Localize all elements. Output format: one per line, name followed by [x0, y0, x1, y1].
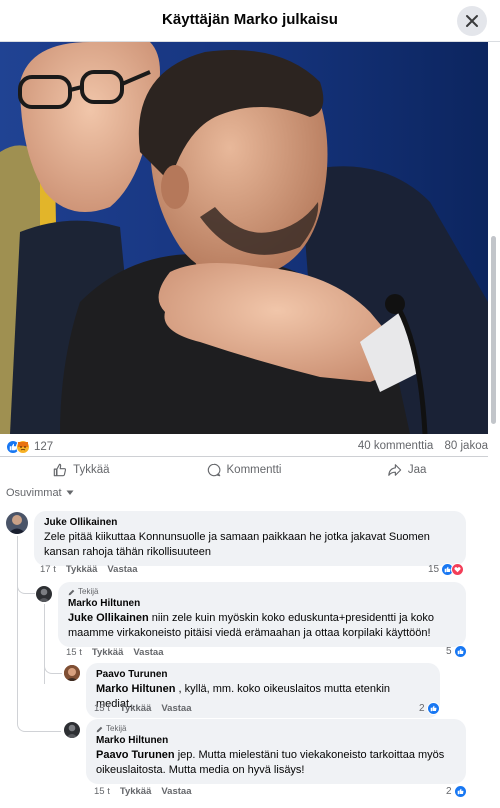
comment-text-line: maamme virkakoneisto pitäisi viedä eräma… — [68, 627, 431, 639]
avatar[interactable] — [6, 512, 28, 534]
comment-author[interactable]: Marko Hiltunen — [96, 734, 456, 748]
heart-icon — [451, 563, 465, 576]
author-badge-label: Tekijä — [78, 587, 99, 596]
comment-meta: 15 t Tykkää Vastaa — [66, 647, 164, 658]
comment-meta: 15 t Tykkää Vastaa — [94, 703, 192, 714]
comment-reactions[interactable]: 2 — [419, 702, 440, 715]
comment-button-label: Kommentti — [226, 463, 282, 476]
avatar[interactable] — [64, 722, 80, 738]
avatar[interactable] — [64, 665, 80, 681]
thumbs-up-icon — [453, 785, 467, 798]
comment-text-line: Zele pitää kiikuttaa Konnunsuolle ja sam… — [44, 531, 430, 543]
share-icon — [388, 463, 402, 476]
reaction-count: 127 — [34, 441, 54, 453]
pencil-icon — [68, 589, 75, 595]
thread-line — [17, 536, 18, 716]
mention-link[interactable]: Juke Ollikainen — [68, 612, 149, 624]
comment-reaction-count: 5 — [446, 646, 452, 657]
comment-like-link[interactable]: Tykkää — [120, 703, 152, 714]
dialog-title: Käyttäjän Marko julkaisu — [162, 11, 338, 28]
close-button[interactable] — [457, 6, 487, 36]
comment-author[interactable]: Marko Hiltunen — [68, 597, 456, 611]
shares-count[interactable]: 80 jakoa — [445, 440, 488, 452]
comment-bubble: Tekijä Marko Hiltunen Juke Ollikainen ni… — [58, 582, 466, 647]
comment-icon — [207, 463, 220, 476]
thread-line — [44, 604, 45, 684]
comment-author[interactable]: Juke Ollikainen — [44, 516, 456, 530]
comment-meta: 15 t Tykkää Vastaa — [94, 786, 192, 797]
comment-button[interactable]: Kommentti — [163, 457, 326, 482]
comment-text-line: Paavo Turunen jep. Mutta mielestäni tuo … — [96, 749, 445, 761]
post-dialog-header: Käyttäjän Marko julkaisu — [0, 0, 500, 42]
comment-meta: 17 t Tykkää Vastaa — [40, 564, 138, 575]
comment-like-link[interactable]: Tykkää — [66, 564, 98, 575]
comment-text-line: kansan rahoja tähän rikollisuuteen — [44, 546, 211, 558]
avatar[interactable] — [36, 586, 52, 602]
thumbs-up-icon — [453, 645, 467, 658]
comment-bubble: Juke Ollikainen Zele pitää kiikuttaa Kon… — [34, 511, 466, 566]
dialog-scrollbar[interactable] — [490, 44, 497, 808]
comment-reply-link[interactable]: Vastaa — [161, 703, 191, 714]
comment-reactions[interactable]: 5 — [446, 645, 467, 658]
comment-time[interactable]: 17 t — [40, 564, 56, 575]
comment-like-link[interactable]: Tykkää — [92, 647, 124, 658]
comment-sort-dropdown[interactable]: Osuvimmat — [6, 487, 74, 499]
close-icon — [466, 15, 478, 27]
comment-text-line: Juke Ollikainen niin zele kuin myöskin k… — [68, 612, 434, 624]
scrollbar-thumb[interactable] — [491, 236, 496, 424]
thumbs-up-icon — [426, 702, 440, 715]
comment-time[interactable]: 15 t — [66, 647, 82, 658]
post-stats: 127 40 kommenttia 80 jakoa — [0, 438, 488, 458]
share-button-label: Jaa — [407, 463, 427, 476]
comment-reaction-count: 2 — [419, 703, 425, 714]
sort-label: Osuvimmat — [6, 487, 62, 499]
author-badge: Tekijä — [68, 587, 456, 597]
comment-reaction-count: 2 — [446, 786, 452, 797]
pencil-icon — [96, 726, 103, 732]
comment-time[interactable]: 15 t — [94, 786, 110, 797]
mention-link[interactable]: Marko Hiltunen — [96, 683, 175, 695]
author-badge-label: Tekijä — [106, 724, 127, 733]
thread-connector — [17, 716, 61, 732]
comment-reply-link[interactable]: Vastaa — [107, 564, 137, 575]
mention-link[interactable]: Paavo Turunen — [96, 749, 175, 761]
author-badge: Tekijä — [96, 724, 456, 734]
comments-count[interactable]: 40 kommenttia — [358, 440, 433, 452]
comment-reactions[interactable]: 2 — [446, 785, 467, 798]
comment-reactions[interactable]: 15 — [428, 563, 465, 576]
thread-connector — [17, 578, 35, 594]
comment-bubble: Tekijä Marko Hiltunen Paavo Turunen jep.… — [86, 719, 466, 784]
thread-connector — [44, 658, 62, 674]
comment-time[interactable]: 15 t — [94, 703, 110, 714]
like-button-label: Tykkää — [73, 463, 110, 476]
comment-reply-link[interactable]: Vastaa — [133, 647, 163, 658]
like-icon — [53, 463, 67, 476]
like-button[interactable]: Tykkää — [0, 457, 163, 482]
comment-reaction-count: 15 — [428, 564, 440, 575]
reaction-summary[interactable]: 127 — [6, 440, 53, 454]
comment-text-line: oikeuslaitosta. Mutta media on hyvä lisä… — [96, 764, 305, 776]
post-action-bar: Tykkää Kommentti Jaa — [0, 456, 488, 482]
comment-reply-link[interactable]: Vastaa — [161, 786, 191, 797]
post-photo[interactable] — [0, 42, 488, 434]
chevron-down-icon — [66, 490, 74, 495]
comment-like-link[interactable]: Tykkää — [120, 786, 152, 797]
angry-face-icon — [16, 440, 30, 454]
share-button[interactable]: Jaa — [325, 457, 488, 482]
photo-illustration — [0, 42, 488, 434]
comment-author[interactable]: Paavo Turunen — [96, 668, 430, 682]
